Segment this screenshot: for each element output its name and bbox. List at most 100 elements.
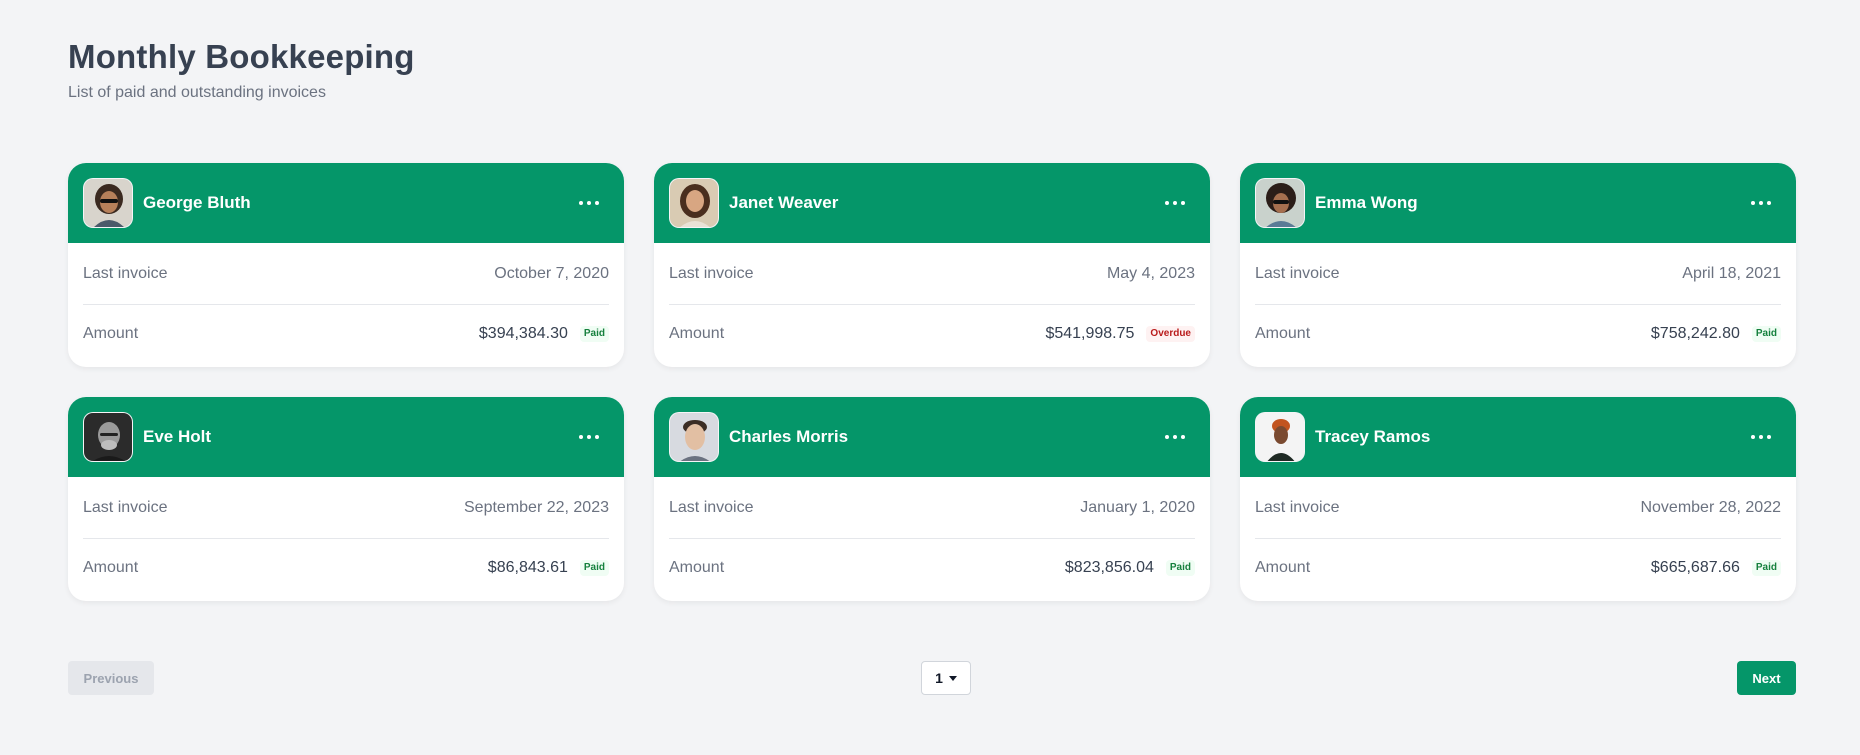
amount-label: Amount: [1255, 559, 1311, 576]
more-dot-icon: [587, 435, 591, 439]
last-invoice-date: November 28, 2022: [1640, 498, 1781, 516]
pagination: Previous 1 Next: [68, 661, 1796, 695]
more-dot-icon: [1181, 435, 1185, 439]
chevron-down-icon: [948, 675, 957, 681]
avatar: [83, 412, 133, 462]
amount-value: $86,843.61: [487, 559, 568, 576]
amount-group: $758,242.80 Paid: [1651, 325, 1781, 343]
amount-row: Amount $665,687.66 Paid: [1255, 539, 1781, 597]
status-badge: Paid: [579, 326, 609, 342]
status-badge: Paid: [579, 560, 609, 576]
more-dot-icon: [1165, 201, 1169, 205]
page: Monthly Bookkeeping List of paid and out…: [0, 0, 1860, 755]
card-header: George Bluth: [68, 163, 624, 243]
more-dot-icon: [1751, 435, 1755, 439]
more-dot-icon: [1173, 201, 1177, 205]
last-invoice-row: Last invoice April 18, 2021: [1255, 243, 1781, 305]
last-invoice-date: May 4, 2023: [1106, 264, 1195, 282]
status-badge: Paid: [1165, 560, 1195, 576]
more-dot-icon: [1759, 201, 1763, 205]
last-invoice-row: Last invoice May 4, 2023: [669, 243, 1195, 305]
more-dot-icon: [1173, 435, 1177, 439]
amount-value: $823,856.04: [1064, 559, 1154, 576]
customer-name: Janet Weaver: [729, 193, 839, 212]
customer-name: Charles Morris: [729, 427, 849, 446]
last-invoice-date: April 18, 2021: [1682, 264, 1781, 282]
last-invoice-date: October 7, 2020: [494, 264, 609, 282]
card-menu-button[interactable]: [574, 424, 604, 450]
amount-label: Amount: [1255, 325, 1311, 342]
card-body: Last invoice January 1, 2020 Amount $823…: [654, 477, 1210, 597]
page-select-value: 1: [935, 670, 943, 686]
card-body: Last invoice October 7, 2020 Amount $394…: [68, 243, 624, 363]
avatar: [669, 412, 719, 462]
more-dot-icon: [1767, 201, 1771, 205]
card-body: Last invoice September 22, 2023 Amount $…: [68, 477, 624, 597]
amount-row: Amount $86,843.61 Paid: [83, 539, 609, 597]
customer-name: Eve Holt: [143, 427, 212, 446]
invoice-card: Eve Holt Last invoice September 22, 2023…: [68, 397, 624, 601]
amount-group: $823,856.04 Paid: [1065, 559, 1195, 577]
more-dot-icon: [595, 201, 599, 205]
more-dot-icon: [1751, 201, 1755, 205]
avatar: [83, 178, 133, 228]
card-header: Eve Holt: [68, 397, 624, 477]
invoice-card: Janet Weaver Last invoice May 4, 2023 Am…: [654, 163, 1210, 367]
more-dot-icon: [1165, 435, 1169, 439]
customer-name: Emma Wong: [1315, 193, 1418, 212]
amount-group: $394,384.30 Paid: [479, 325, 609, 343]
last-invoice-row: Last invoice January 1, 2020: [669, 477, 1195, 539]
last-invoice-date: January 1, 2020: [1080, 498, 1195, 516]
amount-label: Amount: [669, 559, 725, 576]
card-menu-button[interactable]: [574, 190, 604, 216]
page-select[interactable]: 1: [921, 661, 971, 695]
amount-row: Amount $541,998.75 Overdue: [669, 305, 1195, 363]
last-invoice-row: Last invoice September 22, 2023: [83, 477, 609, 539]
status-badge: Paid: [1751, 560, 1781, 576]
more-dot-icon: [587, 201, 591, 205]
last-invoice-label: Last invoice: [669, 264, 754, 282]
customer-name: Tracey Ramos: [1315, 427, 1431, 446]
amount-group: $541,998.75 Overdue: [1045, 325, 1195, 343]
card-menu-button[interactable]: [1160, 424, 1190, 450]
person-avatar-icon: [1256, 179, 1304, 227]
last-invoice-row: Last invoice November 28, 2022: [1255, 477, 1781, 539]
amount-value: $541,998.75: [1045, 325, 1135, 342]
amount-label: Amount: [669, 325, 725, 342]
person-avatar-icon: [1256, 413, 1304, 461]
amount-label: Amount: [83, 325, 139, 342]
person-avatar-icon: [670, 413, 718, 461]
customer-name: George Bluth: [143, 193, 251, 212]
last-invoice-label: Last invoice: [669, 498, 754, 516]
amount-row: Amount $823,856.04 Paid: [669, 539, 1195, 597]
more-dot-icon: [1181, 201, 1185, 205]
last-invoice-label: Last invoice: [1255, 498, 1340, 516]
amount-group: $665,687.66 Paid: [1651, 559, 1781, 577]
avatar: [1255, 178, 1305, 228]
last-invoice-label: Last invoice: [83, 498, 168, 516]
last-invoice-row: Last invoice October 7, 2020: [83, 243, 609, 305]
invoice-card: George Bluth Last invoice October 7, 202…: [68, 163, 624, 367]
previous-button[interactable]: Previous: [68, 661, 154, 695]
card-menu-button[interactable]: [1746, 424, 1776, 450]
card-body: Last invoice May 4, 2023 Amount $541,998…: [654, 243, 1210, 363]
person-avatar-icon: [84, 413, 132, 461]
page-title: Monthly Bookkeeping: [68, 38, 415, 75]
card-body: Last invoice April 18, 2021 Amount $758,…: [1240, 243, 1796, 363]
card-menu-button[interactable]: [1160, 190, 1190, 216]
page-subtitle: List of paid and outstanding invoices: [68, 84, 326, 101]
card-menu-button[interactable]: [1746, 190, 1776, 216]
amount-group: $86,843.61 Paid: [488, 559, 609, 577]
amount-value: $394,384.30: [478, 325, 568, 342]
amount-row: Amount $394,384.30 Paid: [83, 305, 609, 363]
card-header: Tracey Ramos: [1240, 397, 1796, 477]
amount-value: $758,242.80: [1650, 325, 1740, 342]
last-invoice-date: September 22, 2023: [464, 498, 609, 516]
invoice-card: Charles Morris Last invoice January 1, 2…: [654, 397, 1210, 601]
status-badge: Paid: [1751, 326, 1781, 342]
card-body: Last invoice November 28, 2022 Amount $6…: [1240, 477, 1796, 597]
next-button[interactable]: Next: [1737, 661, 1796, 695]
invoice-card: Emma Wong Last invoice April 18, 2021 Am…: [1240, 163, 1796, 367]
more-dot-icon: [595, 435, 599, 439]
amount-value: $665,687.66: [1650, 559, 1740, 576]
